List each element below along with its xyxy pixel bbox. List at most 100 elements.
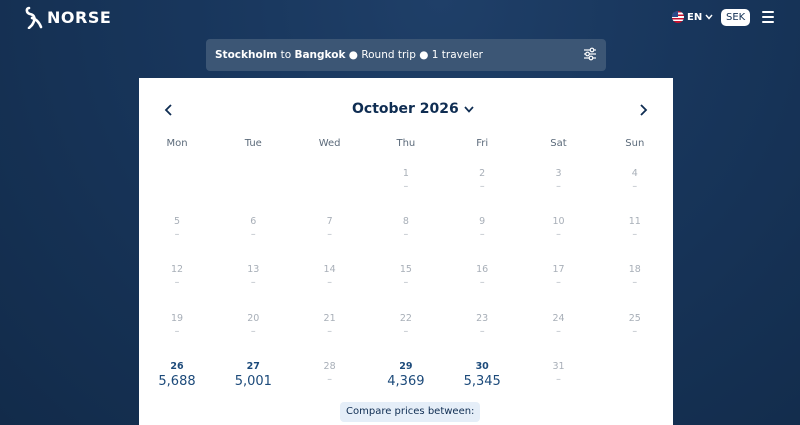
day-number: 31 <box>552 360 565 372</box>
day-number: 30 <box>475 360 489 372</box>
calendar-day-28: 28– <box>292 361 368 401</box>
weekday-label-fri: Fri <box>476 138 489 149</box>
brand-name: NORSE <box>47 7 112 27</box>
no-price-dash: – <box>327 229 332 241</box>
weekday-label-sun: Sun <box>625 138 645 149</box>
calendar-day-25: 25– <box>597 313 673 353</box>
day-number: 18 <box>628 264 641 276</box>
separator-bullet: ● <box>348 49 358 61</box>
norse-logo-icon <box>25 6 43 29</box>
no-price-dash: – <box>556 277 561 289</box>
calendar-day-22: 22– <box>368 313 444 353</box>
no-price-dash: – <box>403 325 409 337</box>
day-number: 27 <box>246 360 260 372</box>
no-price-dash: – <box>327 325 332 337</box>
no-price-dash: – <box>556 373 561 385</box>
language-label: EN <box>687 11 703 23</box>
no-price-dash: – <box>479 181 485 192</box>
day-number: 24 <box>552 312 565 324</box>
calendar-day-30[interactable]: 30 5,345 <box>444 361 520 401</box>
day-number: 25 <box>628 312 641 324</box>
calendar-day-15: 15– <box>368 264 444 304</box>
weekday-label-thu: Thu <box>396 138 416 149</box>
no-price-dash: – <box>556 229 561 241</box>
no-price-dash: – <box>556 181 561 192</box>
month-selector[interactable]: October 2026 <box>352 101 474 117</box>
calendar-panel: October 2026 Mon Tue Wed Thu Fri Sat Sun 1–2–3… <box>139 78 673 425</box>
day-number: 7 <box>326 216 333 228</box>
calendar-day-18: 18– <box>597 264 673 304</box>
no-price-dash: – <box>479 229 485 241</box>
day-number: 8 <box>402 216 409 228</box>
language-selector[interactable]: EN <box>672 11 713 23</box>
calendar-day-23: 23– <box>444 313 520 353</box>
no-price-dash: – <box>403 181 409 192</box>
norse-logo[interactable]: NORSE <box>24 5 111 29</box>
no-price-dash: – <box>632 277 638 289</box>
calendar-day-17: 17– <box>521 264 597 304</box>
no-price-dash: – <box>479 277 485 289</box>
calendar-day-29[interactable]: 29 4,369 <box>368 361 444 401</box>
previous-month-icon[interactable] <box>161 102 177 118</box>
next-month-icon[interactable] <box>635 102 651 118</box>
no-price-dash: – <box>250 325 256 337</box>
day-number: 20 <box>247 312 260 324</box>
weekday-label-mon: Mon <box>166 138 188 149</box>
day-number: 16 <box>476 264 489 276</box>
no-price-dash: – <box>632 181 638 192</box>
day-number: 15 <box>399 264 412 276</box>
calendar-day-11: 11– <box>597 216 673 256</box>
destination-city: Bangkok <box>294 49 346 61</box>
calendar-day-5: 5– <box>139 216 215 256</box>
day-number: 21 <box>323 312 336 324</box>
day-price: 5,345 <box>463 373 501 389</box>
day-number: 6 <box>250 216 257 228</box>
day-number: 1 <box>402 168 409 179</box>
weekday-label-wed: Wed <box>318 138 341 149</box>
no-price-dash: – <box>556 325 561 337</box>
day-price: 4,369 <box>387 373 425 389</box>
compare-prices-button[interactable]: Compare prices between: <box>340 402 481 422</box>
no-price-dash: – <box>632 229 638 241</box>
currency-selector[interactable]: SEK <box>721 9 751 26</box>
hamburger-menu-icon[interactable] <box>762 11 774 26</box>
day-number: 13 <box>247 264 260 276</box>
search-summary-bar[interactable]: Stockholm to Bangkok ● Round trip ● 1 tr… <box>206 39 606 71</box>
day-number: 22 <box>399 312 412 324</box>
month-label: October 2026 <box>352 101 459 117</box>
chevron-down-icon <box>464 105 474 113</box>
calendar-day-26[interactable]: 26 5,688 <box>139 361 215 401</box>
travelers-count: 1 traveler <box>431 49 484 61</box>
calendar-day-27[interactable]: 27 5,001 <box>215 361 291 401</box>
no-price-dash: – <box>327 277 332 289</box>
calendar-header: October 2026 <box>139 100 673 122</box>
no-price-dash: – <box>403 277 409 289</box>
day-number: 4 <box>631 168 638 179</box>
calendar-day-3: 3– <box>521 168 597 208</box>
to-word: to <box>280 49 292 61</box>
no-price-dash: – <box>327 373 332 385</box>
day-number: 17 <box>552 264 565 276</box>
calendar-day-20: 20– <box>215 313 291 353</box>
filter-sliders-icon[interactable] <box>583 47 597 61</box>
no-price-dash: – <box>479 325 485 337</box>
day-number: 28 <box>323 360 336 372</box>
calendar-day-2: 2– <box>444 168 520 208</box>
separator-bullet: ● <box>419 49 429 61</box>
calendar-day-10: 10– <box>521 216 597 256</box>
calendar-day-14: 14– <box>292 264 368 304</box>
us-flag-icon <box>672 11 684 23</box>
day-number: 11 <box>628 216 641 228</box>
weekday-label-tue: Tue <box>244 138 262 149</box>
day-number: 23 <box>476 312 489 324</box>
day-number: 9 <box>479 216 486 228</box>
top-navigation-bar: NORSE EN SEK <box>0 0 800 36</box>
no-price-dash: – <box>250 229 256 241</box>
trip-type: Round trip <box>361 49 416 61</box>
weekday-label-sat: Sat <box>550 138 567 149</box>
calendar-day-9: 9– <box>444 216 520 256</box>
no-price-dash: – <box>174 277 180 289</box>
no-price-dash: – <box>632 325 638 337</box>
no-price-dash: – <box>174 325 180 337</box>
day-number: 12 <box>170 264 184 276</box>
